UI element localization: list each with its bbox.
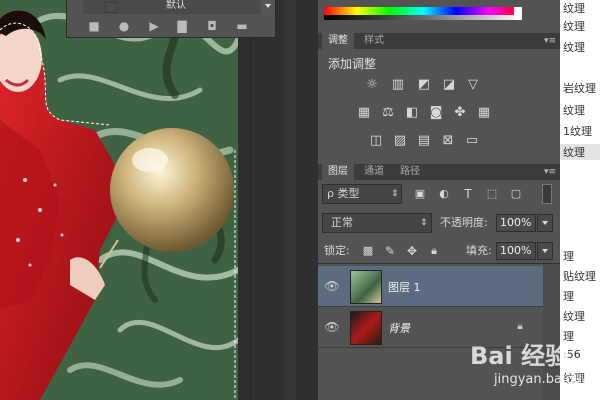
lock-all-icon[interactable]: 🔒︎ — [426, 244, 442, 258]
layer-thumbnail — [350, 270, 382, 304]
list-item[interactable]: 贴纹理 — [563, 268, 596, 284]
layer-filter-label: ρ 类型 — [327, 187, 360, 200]
opacity-dropdown[interactable] — [537, 214, 553, 232]
fill-input[interactable]: 100% — [496, 242, 536, 260]
watermark: Bai 经验 jingyan.baidu.com — [470, 328, 600, 398]
filter-pixel-icon[interactable]: ▣ — [412, 187, 428, 201]
adjustments-title: 添加调整 — [328, 57, 377, 71]
layer-row-selected[interactable]: 👁︎ 图层 1 — [318, 266, 543, 306]
brightness-icon[interactable]: ☼ — [364, 78, 380, 92]
visibility-eye-icon[interactable]: 👁︎ — [324, 278, 340, 294]
list-item[interactable]: 理 — [563, 288, 574, 304]
adjustments-panel-header: 调整 样式 ▾≡ — [318, 33, 560, 49]
play-icon[interactable]: ▶ — [147, 19, 161, 33]
tab-adjustments[interactable]: 调整 — [322, 33, 354, 49]
stepper-icon: ⇕ — [391, 189, 399, 199]
list-item[interactable]: 理 — [563, 248, 574, 264]
divider — [250, 0, 251, 400]
vibrance-icon[interactable]: ▽ — [465, 78, 481, 92]
action-set-label: 默认 — [166, 0, 186, 11]
canvas-image — [0, 0, 238, 400]
folder-icon[interactable]: ▇ — [175, 19, 189, 33]
color-spectrum[interactable] — [324, 7, 522, 20]
workspace-gutter — [238, 0, 318, 400]
fill-label: 填充: — [466, 244, 492, 257]
panel-menu-icon[interactable]: ▾≡ — [544, 167, 556, 177]
levels-icon[interactable]: ▥ — [390, 78, 406, 92]
threshold-icon[interactable]: ▤ — [416, 134, 432, 148]
channel-mixer-icon[interactable]: ✤ — [452, 106, 468, 120]
curves-icon[interactable]: ◩ — [416, 78, 432, 92]
posterize-icon[interactable]: ▨ — [392, 134, 408, 148]
layer-name[interactable]: 图层 1 — [388, 279, 421, 295]
filter-type-icon[interactable]: T — [460, 187, 476, 201]
selective-color-icon[interactable]: ⊠ — [440, 134, 456, 148]
list-item[interactable]: 岩纹理 — [563, 80, 596, 96]
actions-scroll-button[interactable] — [261, 0, 275, 14]
color-lookup-icon[interactable]: ▦ — [476, 106, 492, 120]
color-spectrum-shade — [324, 15, 522, 20]
stepper-icon: ⇕ — [420, 218, 428, 228]
list-item[interactable]: 纹理 — [563, 308, 585, 324]
list-item-selected[interactable]: 纹理 — [560, 144, 600, 160]
action-toggle-checkbox[interactable] — [105, 2, 117, 13]
watermark-url: jingyan.baidu.com — [494, 372, 600, 387]
list-item[interactable]: 纹理 — [563, 0, 585, 16]
layer-name[interactable]: 背景 — [388, 320, 410, 336]
fill-dropdown[interactable] — [537, 242, 553, 260]
filter-smart-object-icon[interactable]: ▢ — [508, 187, 524, 201]
blend-mode-select[interactable]: 正常 ⇕ — [322, 213, 432, 233]
list-item[interactable]: 纹理 — [563, 39, 585, 55]
divider — [318, 263, 560, 264]
invert-icon[interactable]: ◫ — [368, 134, 384, 148]
opacity-input[interactable]: 100% — [496, 214, 536, 232]
lock-pixels-icon[interactable]: ✎ — [382, 244, 398, 258]
filter-shape-icon[interactable]: ⬚ — [484, 187, 500, 201]
color-spectrum-white — [514, 7, 522, 20]
opacity-label: 不透明度: — [440, 216, 488, 229]
list-item[interactable]: 纹理 — [563, 102, 585, 118]
exposure-icon[interactable]: ◪ — [441, 78, 457, 92]
photo-filter-icon[interactable]: ◙ — [428, 106, 444, 120]
watermark-brand: Bai 经验 — [470, 342, 570, 370]
record-icon[interactable]: ● — [117, 19, 131, 33]
tab-styles[interactable]: 样式 — [358, 33, 390, 49]
actions-panel: 默认 ■ ● ▶ ▇ ◘ ▬ — [66, 0, 276, 38]
stop-icon[interactable]: ■ — [87, 19, 101, 33]
lock-label: 锁定: — [324, 244, 350, 257]
action-set-row[interactable]: 默认 — [83, 0, 273, 14]
tab-paths[interactable]: 路径 — [394, 164, 426, 180]
color-balance-icon[interactable]: ⚖ — [380, 106, 396, 120]
lock-position-icon[interactable]: ✥ — [404, 244, 420, 258]
layer-filter-select[interactable]: ρ 类型 ⇕ — [322, 184, 402, 204]
tab-channels[interactable]: 通道 — [358, 164, 390, 180]
trash-icon[interactable]: ▬ — [235, 19, 249, 33]
new-action-icon[interactable]: ◘ — [205, 19, 219, 33]
layers-panel-header: 图层 通道 路径 ▾≡ — [318, 164, 560, 180]
actions-toolbar: ■ ● ▶ ▇ ◘ ▬ — [67, 15, 275, 37]
tab-layers[interactable]: 图层 — [322, 164, 354, 180]
black-white-icon[interactable]: ◧ — [404, 106, 420, 120]
panel-menu-icon[interactable]: ▾≡ — [544, 36, 556, 46]
filter-toggle-switch[interactable] — [542, 184, 552, 204]
visibility-eye-icon[interactable]: 👁︎ — [324, 319, 340, 335]
gradient-map-icon[interactable]: ▭ — [464, 134, 480, 148]
list-item[interactable]: 1纹理 — [563, 123, 592, 139]
filter-adjustment-icon[interactable]: ◐ — [436, 187, 452, 201]
document-canvas[interactable] — [0, 0, 238, 400]
hue-saturation-icon[interactable]: ▦ — [356, 106, 372, 120]
layer-thumbnail — [350, 311, 382, 345]
collapsed-panel-strip[interactable] — [284, 0, 296, 400]
list-item[interactable]: 纹理 — [563, 18, 585, 34]
lock-transparent-icon[interactable]: ▩ — [360, 244, 376, 258]
blend-mode-value: 正常 — [331, 216, 353, 229]
